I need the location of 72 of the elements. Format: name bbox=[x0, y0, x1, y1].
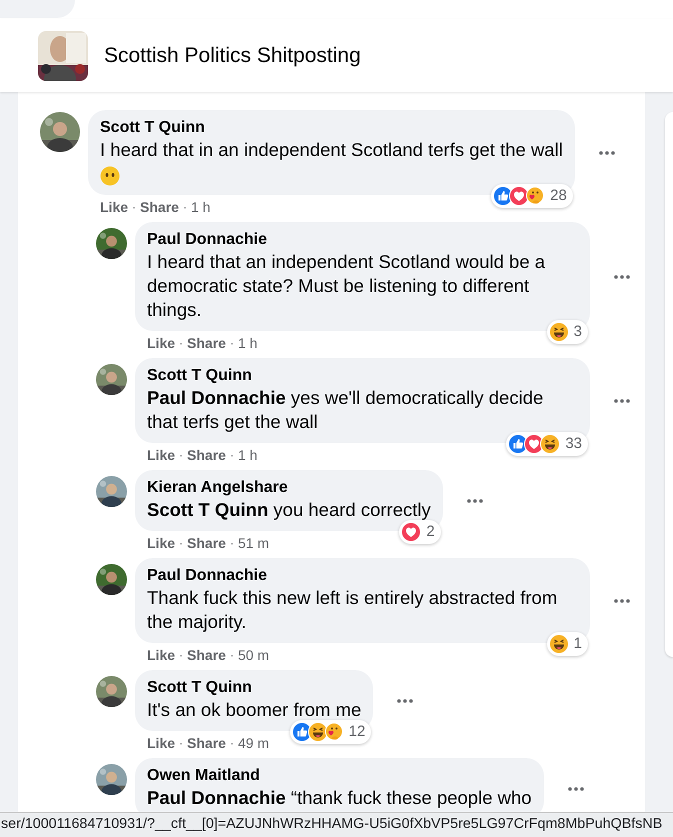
comment-text: Paul Donnachie yes we'll democratically decide that terfs get the wall bbox=[147, 387, 544, 432]
share-link[interactable]: Share bbox=[187, 534, 226, 552]
like-link[interactable]: Like bbox=[100, 198, 128, 216]
hugging-face-icon bbox=[324, 722, 344, 742]
laughing-face-icon bbox=[548, 634, 569, 654]
like-link[interactable]: Like bbox=[147, 646, 176, 664]
reaction-badge[interactable]: 12 bbox=[290, 720, 372, 744]
comment-author[interactable]: Kieran Angelshare bbox=[147, 478, 431, 498]
hugging-face-icon bbox=[525, 186, 546, 206]
reaction-badge[interactable]: 3 bbox=[546, 320, 588, 344]
reaction-badge[interactable]: 1 bbox=[546, 632, 588, 656]
timestamp: 49 m bbox=[238, 734, 270, 752]
share-link[interactable]: Share bbox=[187, 646, 226, 664]
reaction-count: 2 bbox=[426, 522, 435, 542]
timestamp: 51 m bbox=[238, 534, 270, 552]
timestamp: 1 h bbox=[238, 446, 258, 464]
laughing-face-icon bbox=[540, 434, 560, 454]
reaction-badge[interactable]: 28 bbox=[491, 184, 573, 208]
reaction-count: 33 bbox=[565, 434, 582, 454]
separator-dot: · bbox=[230, 735, 234, 752]
like-link[interactable]: Like bbox=[147, 534, 176, 552]
like-link[interactable]: Like bbox=[147, 334, 176, 352]
separator-dot: · bbox=[179, 647, 184, 664]
comment-author[interactable]: Scott T Quinn bbox=[147, 678, 362, 698]
comment-text: Scott T Quinn you heard correctly bbox=[147, 499, 431, 520]
comment-text: Paul Donnachie “thank fuck these people who bbox=[147, 787, 532, 808]
separator-dot: · bbox=[182, 199, 187, 216]
share-link[interactable]: Share bbox=[187, 734, 226, 752]
laughing-face-icon bbox=[308, 722, 328, 742]
separator-dot: · bbox=[179, 335, 184, 352]
reaction-count: 3 bbox=[574, 322, 582, 342]
comment-text: Thank fuck this new left is entirely abstracted from the majority. bbox=[147, 587, 558, 632]
comment-text: I heard that an independent Scotland would be a democratic state? Must be listening to different things. bbox=[147, 251, 546, 320]
reaction-count: 28 bbox=[550, 186, 567, 206]
comment-author[interactable]: Paul Donnachie bbox=[147, 566, 578, 586]
comment-author[interactable]: Scott T Quinn bbox=[147, 366, 578, 386]
comment-text: I heard that in an independent Scotland terfs get the wall bbox=[100, 139, 563, 160]
share-link[interactable]: Share bbox=[187, 446, 226, 464]
link-url: ser/100011684710931/?__cft__[0]=AZUJNhWRzHHAMG-U5iG0fXbVP5re5LG97CrFqm8MbPuhQBfsNB bbox=[0, 815, 662, 834]
more-icon bbox=[614, 598, 630, 602]
timestamp: 1 h bbox=[190, 198, 210, 216]
reaction-count: 1 bbox=[574, 634, 582, 654]
timestamp: 50 m bbox=[238, 646, 270, 664]
comment-author[interactable]: Paul Donnachie bbox=[147, 230, 578, 250]
reaction-badge[interactable]: 2 bbox=[399, 520, 441, 544]
separator-dot: · bbox=[179, 535, 184, 552]
comment-text: It's an ok boomer from me bbox=[147, 699, 362, 720]
more-icon bbox=[466, 498, 483, 502]
separator-dot: · bbox=[230, 535, 234, 552]
share-link[interactable]: Share bbox=[187, 334, 226, 352]
comment-author[interactable]: Scott T Quinn bbox=[100, 118, 563, 138]
more-icon bbox=[397, 698, 414, 702]
separator-dot: · bbox=[179, 735, 184, 752]
laughing-face-icon bbox=[548, 322, 569, 342]
like-link[interactable]: Like bbox=[147, 446, 176, 464]
comment-author[interactable]: Owen Maitland bbox=[147, 766, 532, 786]
more-icon bbox=[598, 150, 615, 154]
separator-dot: · bbox=[230, 335, 234, 352]
more-icon bbox=[568, 786, 584, 790]
separator-dot: · bbox=[179, 447, 184, 464]
share-link[interactable]: Share bbox=[140, 198, 179, 216]
blank-face-icon bbox=[100, 166, 120, 186]
reaction-badge[interactable]: 33 bbox=[506, 432, 588, 456]
separator-dot: · bbox=[132, 199, 136, 216]
more-icon bbox=[614, 274, 630, 278]
separator-dot: · bbox=[230, 647, 234, 664]
reaction-count: 12 bbox=[348, 722, 366, 742]
separator-dot: · bbox=[230, 447, 234, 464]
timestamp: 1 h bbox=[238, 334, 258, 352]
like-link[interactable]: Like bbox=[147, 734, 176, 752]
more-icon bbox=[614, 398, 630, 402]
group-title[interactable]: Scottish Politics Shitposting bbox=[104, 40, 361, 72]
